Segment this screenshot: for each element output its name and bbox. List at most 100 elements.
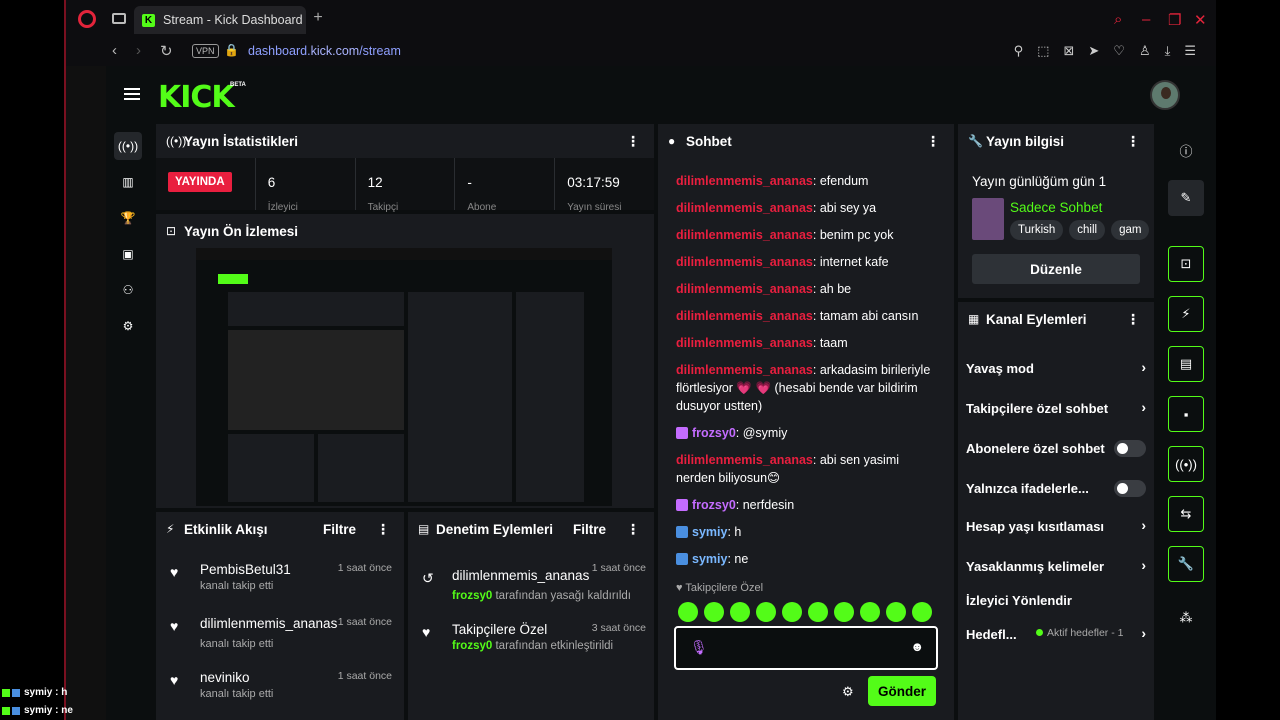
moderation-target[interactable]: dilimlenmemis_ananas bbox=[452, 568, 589, 583]
more-options-icon[interactable]: ⋮ bbox=[626, 133, 640, 150]
url-field[interactable]: dashboard.kick.com/stream bbox=[248, 44, 401, 58]
user-avatar[interactable] bbox=[1150, 80, 1180, 110]
lightning-icon[interactable]: ⚡ bbox=[1168, 296, 1204, 332]
followers-only-row[interactable]: Takipçilere özel sohbet › bbox=[966, 394, 1146, 422]
chat-username[interactable]: dilimlenmemis_ananas bbox=[676, 201, 813, 215]
emote-icon[interactable] bbox=[678, 602, 698, 622]
chat-messages[interactable]: dilimlenmemis_ananas: efendum dilimlenme… bbox=[658, 158, 954, 598]
workspaces-icon[interactable] bbox=[112, 13, 126, 24]
emotes-only-toggle[interactable] bbox=[1114, 480, 1146, 497]
chat-username[interactable]: frozsy0 bbox=[692, 426, 736, 440]
reload-icon[interactable]: ↻ bbox=[160, 42, 173, 60]
emote-icon[interactable] bbox=[756, 602, 776, 622]
notes-icon[interactable]: ▤ bbox=[1168, 346, 1204, 382]
nav-stream-icon[interactable]: ((•)) bbox=[114, 132, 142, 160]
close-icon[interactable]: ✕ bbox=[1194, 11, 1207, 29]
emoji-picker-icon[interactable]: ☻ bbox=[910, 639, 924, 654]
chat-username[interactable]: dilimlenmemis_ananas bbox=[676, 228, 813, 242]
raid-icon[interactable]: ⇆ bbox=[1168, 496, 1204, 532]
chat-username[interactable]: dilimlenmemis_ananas bbox=[676, 174, 813, 188]
nav-clips-icon[interactable]: ▣ bbox=[114, 240, 142, 268]
banned-words-row[interactable]: Yasaklanmış kelimeler › bbox=[966, 552, 1146, 580]
chat-username[interactable]: dilimlenmemis_ananas bbox=[676, 309, 813, 323]
wrench-icon[interactable]: 🔧 bbox=[1168, 546, 1204, 582]
vpn-badge[interactable]: VPN bbox=[192, 44, 219, 58]
broadcast-icon[interactable]: ((•)) bbox=[1168, 446, 1204, 482]
chat-username[interactable]: symiy bbox=[692, 552, 727, 566]
emote-icon[interactable] bbox=[834, 602, 854, 622]
nav-community-icon[interactable]: ⚇ bbox=[114, 276, 142, 304]
snapshot-icon[interactable]: ⬚ bbox=[1037, 43, 1049, 59]
emote-icon[interactable] bbox=[912, 602, 932, 622]
more-options-icon[interactable]: ⋮ bbox=[1126, 311, 1140, 328]
restore-icon[interactable]: ❐ bbox=[1168, 11, 1181, 29]
goals-row[interactable]: Hedefl... Aktif hedefler - 1 › bbox=[966, 620, 1146, 648]
hamburger-menu-icon[interactable] bbox=[124, 88, 140, 100]
chat-username[interactable]: dilimlenmemis_ananas bbox=[676, 336, 813, 350]
send-icon[interactable]: ➤ bbox=[1088, 43, 1099, 59]
nav-trophy-icon[interactable]: 🏆 bbox=[114, 204, 142, 232]
host-row[interactable]: İzleyici Yönlendir bbox=[966, 586, 1146, 614]
action-label: İzleyici Yönlendir bbox=[966, 592, 1072, 608]
feed-user[interactable]: PembisBetul31 bbox=[200, 562, 291, 577]
chat-username[interactable]: dilimlenmemis_ananas bbox=[676, 255, 813, 269]
moderation-target[interactable]: Takipçilere Özel bbox=[452, 622, 547, 637]
feed-filter-button[interactable]: Filtre bbox=[323, 522, 356, 537]
more-options-icon[interactable]: ⋮ bbox=[626, 521, 640, 538]
send-button[interactable]: Gönder bbox=[868, 676, 936, 706]
kick-logo[interactable]: KICK bbox=[158, 80, 235, 115]
download-icon[interactable]: ⤓ bbox=[1165, 43, 1171, 59]
pin-icon[interactable]: ⚲ bbox=[1014, 43, 1024, 59]
chat-username[interactable]: symiy bbox=[692, 525, 727, 539]
new-tab-icon[interactable]: + bbox=[310, 10, 326, 26]
category-name[interactable]: Sadece Sohbet bbox=[1010, 200, 1102, 215]
info-icon[interactable]: ⓘ bbox=[1168, 132, 1204, 168]
emote-icon[interactable] bbox=[704, 602, 724, 622]
stream-preview-video[interactable] bbox=[196, 248, 612, 506]
more-options-icon[interactable]: ⋮ bbox=[926, 133, 940, 150]
live-badge: YAYINDA bbox=[168, 172, 232, 192]
moderation-filter-button[interactable]: Filtre bbox=[573, 522, 606, 537]
profile-icon[interactable]: ♙ bbox=[1139, 43, 1151, 59]
minimize-icon[interactable]: – bbox=[1142, 11, 1150, 28]
opera-logo-icon[interactable] bbox=[78, 10, 96, 28]
nav-settings-icon[interactable]: ⚙ bbox=[114, 312, 142, 340]
clip-icon[interactable]: ⊡ bbox=[1168, 246, 1204, 282]
overlay-chat-line: symiy : h bbox=[0, 684, 120, 701]
emote-icon[interactable] bbox=[730, 602, 750, 622]
chat-username[interactable]: dilimlenmemis_ananas bbox=[676, 453, 813, 467]
back-icon[interactable]: ‹ bbox=[112, 42, 117, 59]
nav-analytics-icon[interactable]: ▥ bbox=[114, 168, 142, 196]
forward-icon[interactable]: › bbox=[136, 42, 141, 59]
emote-icon[interactable] bbox=[782, 602, 802, 622]
chat-username[interactable]: dilimlenmemis_ananas bbox=[676, 282, 813, 296]
chat-mode-label: Takipçilere Özel bbox=[685, 582, 764, 594]
feed-user[interactable]: dilimlenmemis_ananas bbox=[200, 616, 337, 631]
subscribers-only-toggle[interactable] bbox=[1114, 440, 1146, 457]
edit-pencil-icon[interactable]: ✎ bbox=[1168, 180, 1204, 216]
integrations-icon[interactable]: ⁂ bbox=[1168, 600, 1204, 636]
moderation-actor[interactable]: frozsy0 bbox=[452, 640, 492, 652]
moderation-actor[interactable]: frozsy0 bbox=[452, 590, 492, 602]
tab-active[interactable]: K Stream - Kick Dashboard bbox=[134, 6, 306, 34]
chat-input[interactable]: 🎙 ☻ bbox=[674, 626, 938, 670]
chat-username[interactable]: dilimlenmemis_ananas bbox=[676, 363, 813, 377]
account-age-row[interactable]: Hesap yaşı kısıtlaması › bbox=[966, 512, 1146, 540]
emote-icon[interactable] bbox=[886, 602, 906, 622]
chat-icon[interactable]: ▪ bbox=[1168, 396, 1204, 432]
slow-mode-row[interactable]: Yavaş mod › bbox=[966, 354, 1146, 382]
chat-username[interactable]: frozsy0 bbox=[692, 498, 736, 512]
more-options-icon[interactable]: ⋮ bbox=[1126, 133, 1140, 150]
search-tabs-icon[interactable]: ⌕ bbox=[1114, 11, 1122, 28]
chat-settings-icon[interactable]: ⚙ bbox=[842, 684, 854, 700]
emote-icon[interactable] bbox=[860, 602, 880, 622]
heart-icon[interactable]: ♡ bbox=[1113, 43, 1125, 59]
kick-favicon-icon: K bbox=[142, 13, 155, 27]
menu-icon[interactable]: ☰ bbox=[1184, 43, 1196, 59]
adblock-icon[interactable]: ⊠ bbox=[1063, 43, 1074, 59]
more-options-icon[interactable]: ⋮ bbox=[376, 521, 390, 538]
feed-user[interactable]: neviniko bbox=[200, 670, 250, 685]
lock-icon[interactable]: 🔒 bbox=[224, 43, 239, 57]
emote-icon[interactable] bbox=[808, 602, 828, 622]
edit-button[interactable]: Düzenle bbox=[972, 254, 1140, 284]
